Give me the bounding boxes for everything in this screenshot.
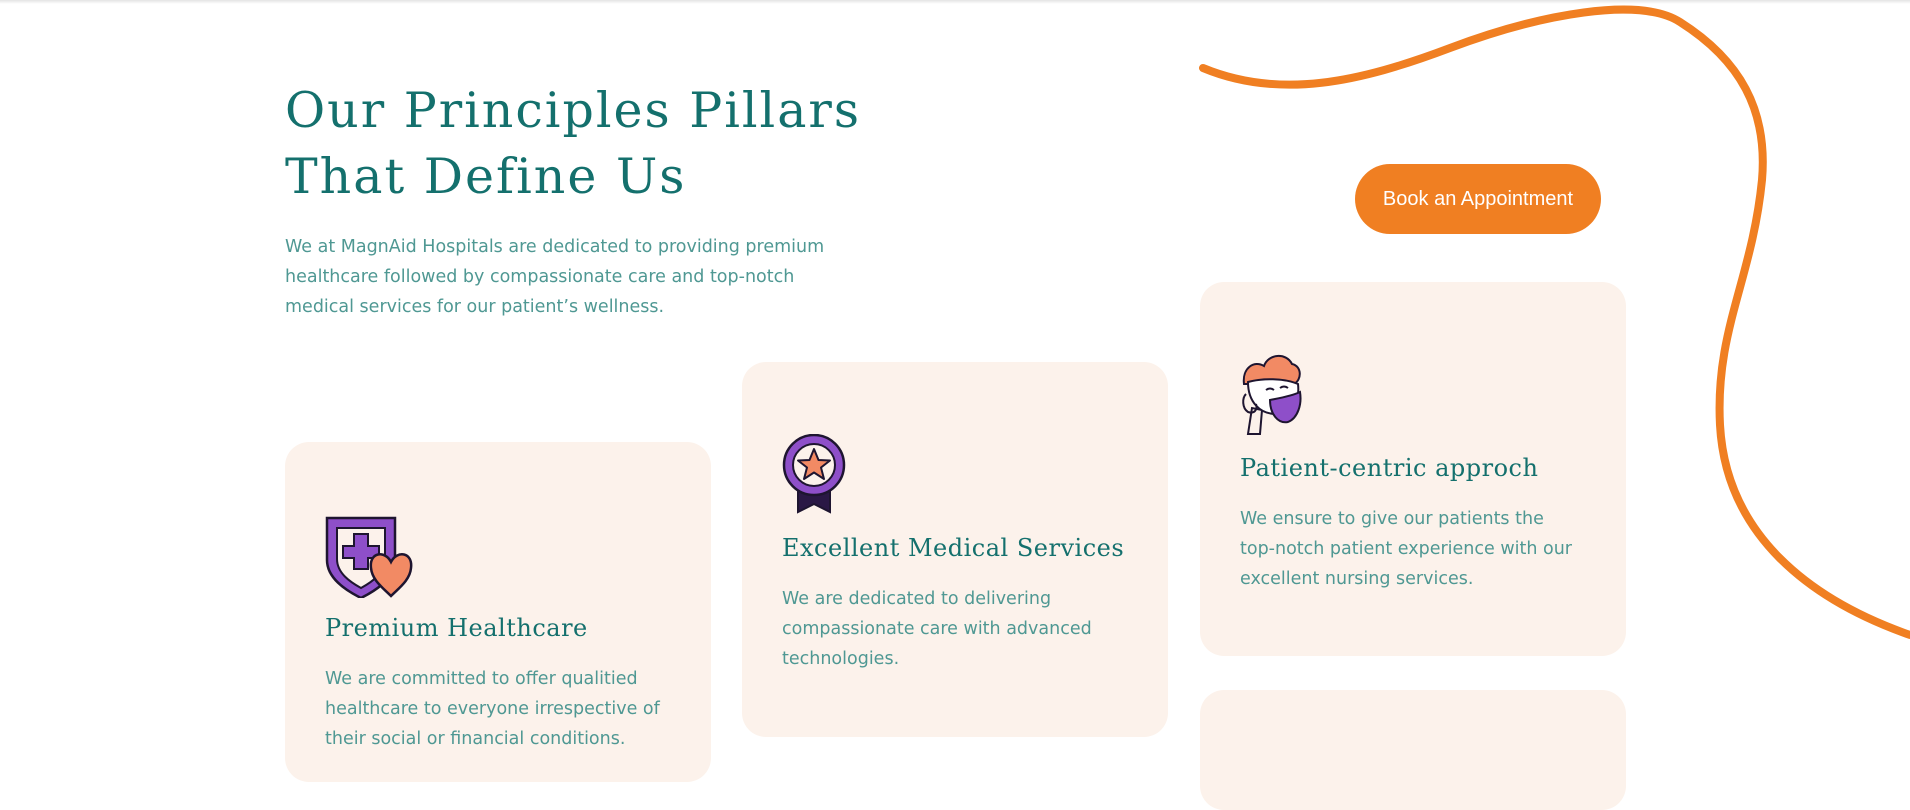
card-title: Excellent Medical Services: [782, 534, 1125, 562]
card-text: We are committed to offer qualitied heal…: [325, 669, 660, 749]
section-title-line-1: Our Principles Pillars: [285, 82, 861, 139]
pillar-card-excellent-medical-services: Excellent Medical Services We are dedica…: [742, 362, 1168, 737]
intro-text: We at MagnAid Hospitals are dedicated to…: [285, 237, 825, 317]
pillar-card-partial: [1200, 690, 1626, 810]
section-title: Our Principles Pillars That Define Us: [285, 78, 861, 210]
card-text: We are dedicated to delivering compassio…: [782, 589, 1092, 669]
pillar-card-patient-centric: Patient-centric approch We ensure to giv…: [1200, 282, 1626, 656]
nurse-character-icon: [1242, 355, 1302, 435]
section-title-line-2: That Define Us: [285, 148, 687, 205]
pillar-card-premium-healthcare: Premium Healthcare We are committed to o…: [285, 442, 711, 782]
card-text: We ensure to give our patients the top-n…: [1240, 509, 1573, 589]
card-title: Premium Healthcare: [325, 614, 588, 642]
card-title: Patient-centric approch: [1240, 454, 1539, 482]
shield-heart-icon: [325, 516, 413, 598]
book-appointment-button[interactable]: Book an Appointment: [1355, 164, 1601, 234]
award-badge-icon: [782, 434, 846, 514]
